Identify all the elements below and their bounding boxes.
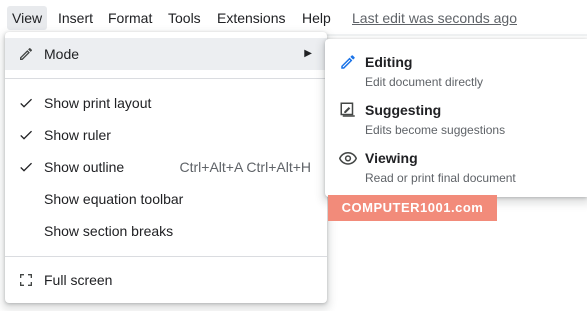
pencil-icon — [18, 46, 34, 62]
menu-item-label: Show print layout — [44, 95, 152, 111]
mode-option-title: Viewing — [365, 150, 418, 166]
suggest-edit-icon — [339, 101, 357, 119]
menu-item-label: Full screen — [44, 272, 113, 288]
mode-option-description: Read or print final document — [365, 171, 516, 185]
eye-icon — [338, 149, 358, 167]
check-icon — [18, 159, 34, 175]
menu-item-label: Mode — [44, 46, 80, 62]
menu-format[interactable]: Format — [108, 9, 152, 27]
menu-help[interactable]: Help — [302, 9, 331, 27]
menu-item-mode[interactable]: Mode ▶ — [5, 38, 327, 70]
menu-tools[interactable]: Tools — [168, 9, 201, 27]
mode-option-suggesting[interactable]: Suggesting Edits become suggestions — [325, 87, 587, 137]
mode-option-title: Suggesting — [365, 102, 442, 118]
menu-item-full-screen[interactable]: Full screen — [5, 264, 327, 296]
mode-option-title: Editing — [365, 54, 413, 70]
menu-bar: View Insert Format Tools Extensions Help… — [0, 0, 587, 34]
menu-view[interactable]: View — [7, 6, 48, 30]
menu-insert[interactable]: Insert — [58, 9, 93, 27]
menu-divider — [5, 78, 327, 79]
menu-divider — [5, 256, 327, 257]
mode-option-viewing[interactable]: Viewing Read or print final document — [325, 135, 587, 185]
pencil-icon — [339, 53, 357, 71]
menu-item-show-ruler[interactable]: Show ruler — [5, 119, 327, 151]
watermark-logo: COMPUTER1001.com — [328, 195, 497, 221]
last-edit-link[interactable]: Last edit was seconds ago — [352, 9, 517, 27]
menu-item-label: Show equation toolbar — [44, 191, 184, 207]
document-edge — [320, 34, 587, 36]
view-menu-dropdown: Mode ▶ Show print layout Show ruler Show… — [5, 32, 327, 303]
menu-extensions[interactable]: Extensions — [217, 9, 285, 27]
keyboard-shortcut: Ctrl+Alt+A Ctrl+Alt+H — [179, 159, 312, 175]
menu-item-show-outline[interactable]: Show outline Ctrl+Alt+A Ctrl+Alt+H — [5, 151, 327, 183]
check-icon — [18, 127, 34, 143]
menu-item-show-equation-toolbar[interactable]: Show equation toolbar — [5, 183, 327, 215]
menu-item-show-print-layout[interactable]: Show print layout — [5, 87, 327, 119]
fullscreen-icon — [18, 272, 34, 288]
mode-option-editing[interactable]: Editing Edit document directly — [325, 39, 587, 89]
menu-item-show-section-breaks[interactable]: Show section breaks — [5, 215, 327, 247]
submenu-arrow-icon: ▶ — [304, 48, 312, 59]
check-icon — [18, 95, 34, 111]
menu-item-label: Show section breaks — [44, 223, 174, 239]
mode-submenu: Editing Edit document directly Suggestin… — [325, 39, 587, 197]
menu-item-label: Show outline — [44, 159, 125, 175]
menu-item-label: Show ruler — [44, 127, 111, 143]
